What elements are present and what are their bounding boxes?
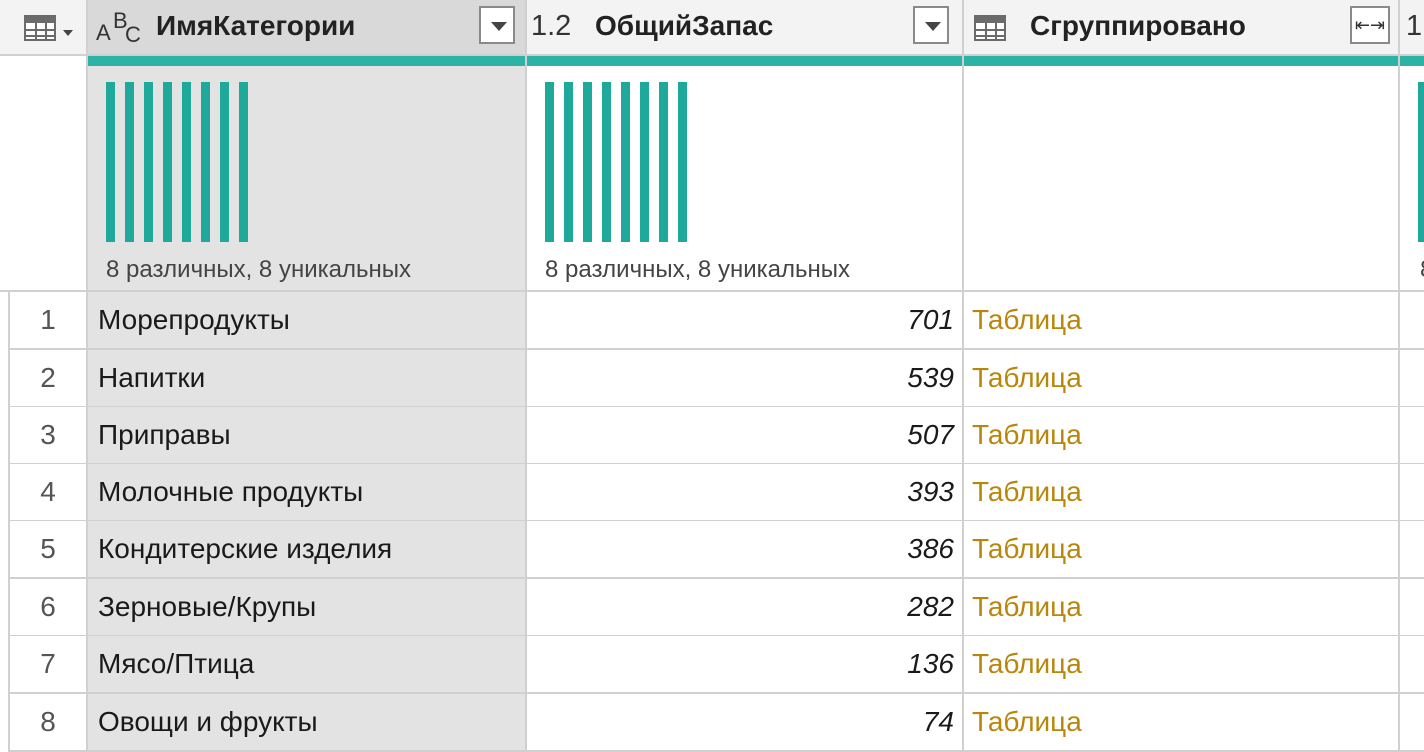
table-row[interactable]: 7 Мясо/Птица 136 Таблица — [0, 636, 1424, 694]
decimal-type-icon[interactable]: 1.2 — [531, 10, 571, 43]
dropdown-arrow-icon — [925, 22, 941, 31]
row-number[interactable]: 7 — [10, 636, 88, 694]
distinct-summary: 8 различных, 8 уникальных — [106, 256, 411, 283]
column-quality-bar[interactable] — [527, 56, 962, 66]
row-number[interactable]: 8 — [10, 694, 88, 752]
row-number[interactable]: 1 — [10, 292, 88, 350]
category-cell[interactable]: Овощи и фрукты — [88, 694, 527, 752]
table-row[interactable]: 8 Овощи и фрукты 74 Таблица — [0, 694, 1424, 752]
distinct-bar — [564, 82, 573, 242]
distinct-summary: 8 различных, 8 уникальных — [545, 256, 850, 283]
table-row[interactable]: 3 Приправы 507 Таблица — [0, 407, 1424, 465]
table-link-cell[interactable]: Таблица — [964, 464, 1400, 522]
table-row[interactable]: 1 Морепродукты 701 Таблица — [0, 292, 1424, 350]
row-number[interactable]: 2 — [10, 350, 88, 408]
distinct-bar — [640, 82, 649, 242]
column-profile-category: 8 различных, 8 уникальных — [88, 56, 527, 292]
table-link-cell[interactable]: Таблица — [964, 350, 1400, 408]
column-quality-bar[interactable] — [88, 56, 525, 66]
stock-cell[interactable]: 393 — [527, 464, 964, 522]
dropdown-arrow-icon — [491, 22, 507, 31]
stock-cell[interactable]: 136 — [527, 636, 964, 694]
column-profile-total-stock: 8 различных, 8 уникальных — [527, 56, 964, 292]
row-number[interactable]: 3 — [10, 407, 88, 465]
column-profile-next: 8 — [1400, 56, 1424, 292]
expand-column-button[interactable]: ⇤⇥ — [1350, 6, 1390, 44]
distinct-bar — [602, 82, 611, 242]
table-row[interactable]: 2 Напитки 539 Таблица — [0, 350, 1424, 408]
next-cell[interactable] — [1400, 694, 1424, 752]
table-row[interactable]: 5 Кондитерские изделия 386 Таблица — [0, 521, 1424, 579]
chevron-down-icon[interactable] — [63, 30, 73, 36]
next-cell[interactable] — [1400, 464, 1424, 522]
table-row[interactable]: 4 Молочные продукты 393 Таблица — [0, 464, 1424, 522]
table-link-cell[interactable]: Таблица — [964, 694, 1400, 752]
profile-corner — [0, 56, 88, 292]
stock-cell[interactable]: 507 — [527, 407, 964, 465]
stock-cell[interactable]: 701 — [527, 292, 964, 350]
table-row[interactable]: 6 Зерновые/Крупы 282 Таблица — [0, 579, 1424, 637]
next-cell[interactable] — [1400, 350, 1424, 408]
filter-dropdown-button[interactable] — [913, 6, 949, 44]
table-link-cell[interactable]: Таблица — [964, 292, 1400, 350]
distinct-summary: 8 — [1420, 256, 1424, 284]
table-link-cell[interactable]: Таблица — [964, 636, 1400, 694]
column-header-category[interactable]: A B C ИмяКатегории — [88, 0, 527, 56]
distinct-bar — [144, 82, 153, 242]
distinct-bar — [239, 82, 248, 242]
column-title-category: ИмяКатегории — [156, 10, 356, 41]
row-number[interactable]: 6 — [10, 579, 88, 637]
category-cell[interactable]: Кондитерские изделия — [88, 521, 527, 579]
distinct-bar — [659, 82, 668, 242]
table-type-icon[interactable] — [974, 15, 1006, 41]
distinct-bar — [545, 82, 554, 242]
data-grid: A B C ИмяКатегории 1.2 ОбщийЗапас Сгрупп… — [0, 0, 1424, 752]
table-link-cell[interactable]: Таблица — [964, 521, 1400, 579]
stock-cell[interactable]: 282 — [527, 579, 964, 637]
distinct-bar — [1418, 82, 1424, 242]
column-type-icon[interactable]: 1 — [1406, 10, 1422, 43]
column-quality-bar[interactable] — [1400, 56, 1424, 66]
next-cell[interactable] — [1400, 407, 1424, 465]
category-cell[interactable]: Приправы — [88, 407, 527, 465]
stock-cell[interactable]: 74 — [527, 694, 964, 752]
column-header-grouped[interactable]: Сгруппировано ⇤⇥ — [964, 0, 1400, 56]
distinct-bar — [106, 82, 115, 242]
column-title-total-stock: ОбщийЗапас — [595, 10, 774, 41]
column-title-grouped: Сгруппировано — [1030, 10, 1246, 41]
distinct-bar — [201, 82, 210, 242]
table-menu-corner[interactable] — [0, 0, 88, 56]
distinct-bar — [621, 82, 630, 242]
distinct-bar — [678, 82, 687, 242]
column-header-next[interactable]: 1 — [1400, 0, 1424, 56]
distinct-bar — [220, 82, 229, 242]
next-cell[interactable] — [1400, 636, 1424, 694]
distinct-bar — [583, 82, 592, 242]
distinct-bar — [125, 82, 134, 242]
category-cell[interactable]: Морепродукты — [88, 292, 527, 350]
column-quality-bar[interactable] — [964, 56, 1398, 66]
category-cell[interactable]: Мясо/Птица — [88, 636, 527, 694]
table-icon[interactable] — [24, 15, 56, 41]
row-number[interactable]: 5 — [10, 521, 88, 579]
column-header-total-stock[interactable]: 1.2 ОбщийЗапас — [527, 0, 964, 56]
column-profile-grouped — [964, 56, 1400, 292]
table-link-cell[interactable]: Таблица — [964, 579, 1400, 637]
next-cell[interactable] — [1400, 579, 1424, 637]
distinct-bar — [163, 82, 172, 242]
category-cell[interactable]: Напитки — [88, 350, 527, 408]
stock-cell[interactable]: 386 — [527, 521, 964, 579]
row-number[interactable]: 4 — [10, 464, 88, 522]
filter-dropdown-button[interactable] — [479, 6, 515, 44]
next-cell[interactable] — [1400, 292, 1424, 350]
distinct-bar — [182, 82, 191, 242]
next-cell[interactable] — [1400, 521, 1424, 579]
text-type-icon[interactable]: A B C — [96, 8, 142, 48]
stock-cell[interactable]: 539 — [527, 350, 964, 408]
category-cell[interactable]: Молочные продукты — [88, 464, 527, 522]
table-link-cell[interactable]: Таблица — [964, 407, 1400, 465]
category-cell[interactable]: Зерновые/Крупы — [88, 579, 527, 637]
